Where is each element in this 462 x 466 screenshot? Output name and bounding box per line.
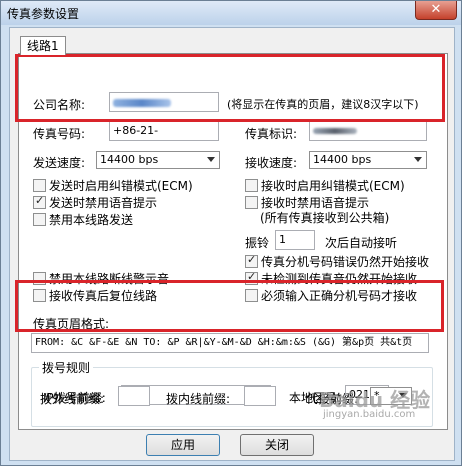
send-speed-value: 14400 bps <box>100 153 159 166</box>
checkbox-box <box>245 179 258 192</box>
fax-number-input[interactable]: +86-21- <box>109 121 219 141</box>
title-bar[interactable]: 传真参数设置 ✕ <box>1 1 461 25</box>
recv-public-box-note: (所有传真接收到公共箱) <box>260 211 390 225</box>
highlight-company-fax <box>15 54 445 122</box>
rings-suffix: 次后自动接听 <box>325 236 398 250</box>
send-speed-select[interactable]: 14400 bps <box>96 151 220 169</box>
baidu-watermark-url: jingyan.baidu.com <box>323 409 416 420</box>
inside-prefix-label: 拨内线前缀: <box>166 392 231 406</box>
checkbox-box <box>33 179 46 192</box>
send-speed-label: 发送速度: <box>33 156 86 170</box>
recv-ecm-checkbox[interactable]: 接收时启用纠错模式(ECM) <box>245 177 405 194</box>
tab-line-1[interactable]: 线路1 <box>20 36 66 55</box>
dial-rules-legend: 拨号规则 <box>39 359 94 376</box>
checkbox-label: 接收时启用纠错模式(ECM) <box>261 179 405 193</box>
send-ecm-checkbox[interactable]: 发送时启用纠错模式(ECM) <box>33 177 193 194</box>
chevron-down-icon <box>207 157 215 162</box>
checkbox-label: 禁用本线路发送 <box>49 213 134 227</box>
send-disable-voice-checkbox[interactable]: 发送时禁用语音提示 <box>33 194 157 211</box>
rings-input[interactable]: 1 <box>275 230 315 250</box>
outside-prefix-label: 拨外线前缀: <box>40 392 105 406</box>
recv-speed-value: 14400 bps <box>313 153 372 166</box>
inside-prefix-input[interactable] <box>244 386 276 406</box>
recv-speed-label: 接收速度: <box>245 156 298 170</box>
close-icon: ✕ <box>430 2 442 17</box>
window-title: 传真参数设置 <box>7 7 80 21</box>
rings-label: 振铃 <box>245 236 270 250</box>
checkbox-label: 发送时禁用语音提示 <box>49 196 158 210</box>
highlight-header-format <box>15 280 444 332</box>
close-button[interactable]: 关闭 <box>240 434 314 456</box>
fax-settings-window: 传真参数设置 ✕ 线路1 公司名称: (将显示在传真的页眉，建议8汉字以下) 传… <box>0 0 462 466</box>
checkbox-box-checked <box>245 253 258 268</box>
disable-line-send-checkbox[interactable]: 禁用本线路发送 <box>33 211 133 228</box>
checkbox-box <box>33 213 46 226</box>
redacted-text <box>313 128 357 134</box>
ext-error-receive-checkbox[interactable]: 传真分机号码错误仍然开始接收 <box>245 253 429 270</box>
fax-id-label: 传真标识: <box>245 127 298 141</box>
fax-id-input[interactable] <box>309 121 427 141</box>
checkbox-label: 传真分机号码错误仍然开始接收 <box>261 255 430 269</box>
outside-prefix-input[interactable] <box>118 386 150 406</box>
close-window-button[interactable]: ✕ <box>415 1 457 20</box>
apply-button[interactable]: 应用 <box>146 434 220 456</box>
checkbox-label: 发送时启用纠错模式(ECM) <box>49 179 193 193</box>
checkbox-box-checked <box>33 194 46 209</box>
fax-number-label: 传真号码: <box>33 127 86 141</box>
checkbox-box <box>245 196 258 209</box>
chevron-down-icon <box>414 157 422 162</box>
header-format-input[interactable]: FROM: &C &F-&E &N TO: &P &R|&Y-&M-&D &H:… <box>31 333 429 353</box>
recv-speed-select[interactable]: 14400 bps <box>309 151 427 169</box>
